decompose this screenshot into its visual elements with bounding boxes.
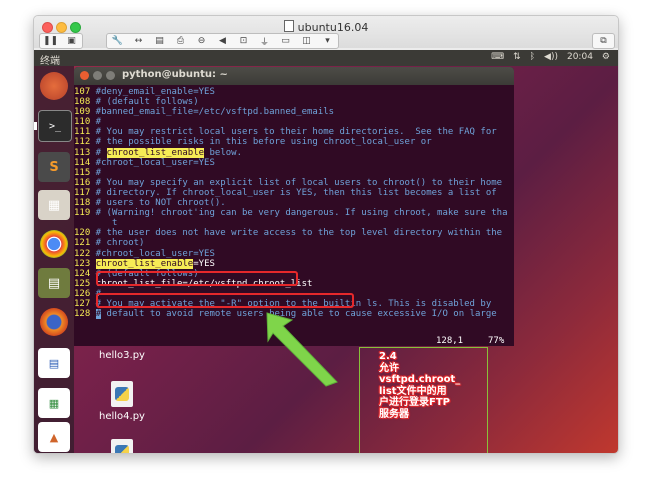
- guest-screen: 终端 ⌨ ⇅ ᛒ ◀)) 20:04 ⚙ >_ S ▦ ▤ ▤ ▦ ▲ hell: [34, 50, 618, 453]
- folder-icon[interactable]: ▭: [275, 34, 296, 48]
- network-icon[interactable]: ⊡: [233, 34, 254, 48]
- annotation-note: 2.4 允许 vsftpd.chroot_ list文件中的用 户进行登录FTP…: [359, 347, 488, 453]
- speaker-icon[interactable]: ◀: [212, 34, 233, 48]
- resize-arrows-icon[interactable]: ↔: [128, 34, 149, 48]
- playback-controls: ❚❚ ▣: [39, 33, 83, 49]
- usb-icon[interactable]: ⏚: [254, 34, 275, 48]
- expand-icon[interactable]: ⧉: [593, 34, 614, 48]
- fullscreen-control: ⧉: [592, 33, 615, 49]
- device-toolbar: 🔧 ↔ ▤ ⎙ ⊖ ◀ ⊡ ⏚ ▭ ◫ ▾: [106, 33, 339, 49]
- vm-window: ubuntu16.04 ❚❚ ▣ 🔧 ↔ ▤ ⎙ ⊖ ◀ ⊡ ⏚ ▭ ◫ ▾ ⧉…: [33, 15, 619, 454]
- annotation-text: 2.4 允许 vsftpd.chroot_ list文件中的用 户进行登录FTP…: [379, 351, 461, 420]
- pause-icon[interactable]: ❚❚: [40, 34, 61, 48]
- more-arrow-icon[interactable]: ▾: [317, 34, 338, 48]
- hdd-icon[interactable]: ▤: [149, 34, 170, 48]
- wrench-icon[interactable]: 🔧: [107, 34, 128, 48]
- annotation-arrow: [266, 312, 338, 387]
- disk-icon[interactable]: ⊖: [191, 34, 212, 48]
- document-icon: [283, 20, 294, 32]
- printer-icon[interactable]: ⎙: [170, 34, 191, 48]
- vm-titlebar: ubuntu16.04 ❚❚ ▣ 🔧 ↔ ▤ ⎙ ⊖ ◀ ⊡ ⏚ ▭ ◫ ▾ ⧉: [34, 16, 618, 49]
- green-arrow-icon: [266, 312, 338, 387]
- screenshot-icon[interactable]: ◫: [296, 34, 317, 48]
- vm-title: ubuntu16.04: [34, 20, 618, 34]
- snapshot-icon[interactable]: ▣: [61, 34, 82, 48]
